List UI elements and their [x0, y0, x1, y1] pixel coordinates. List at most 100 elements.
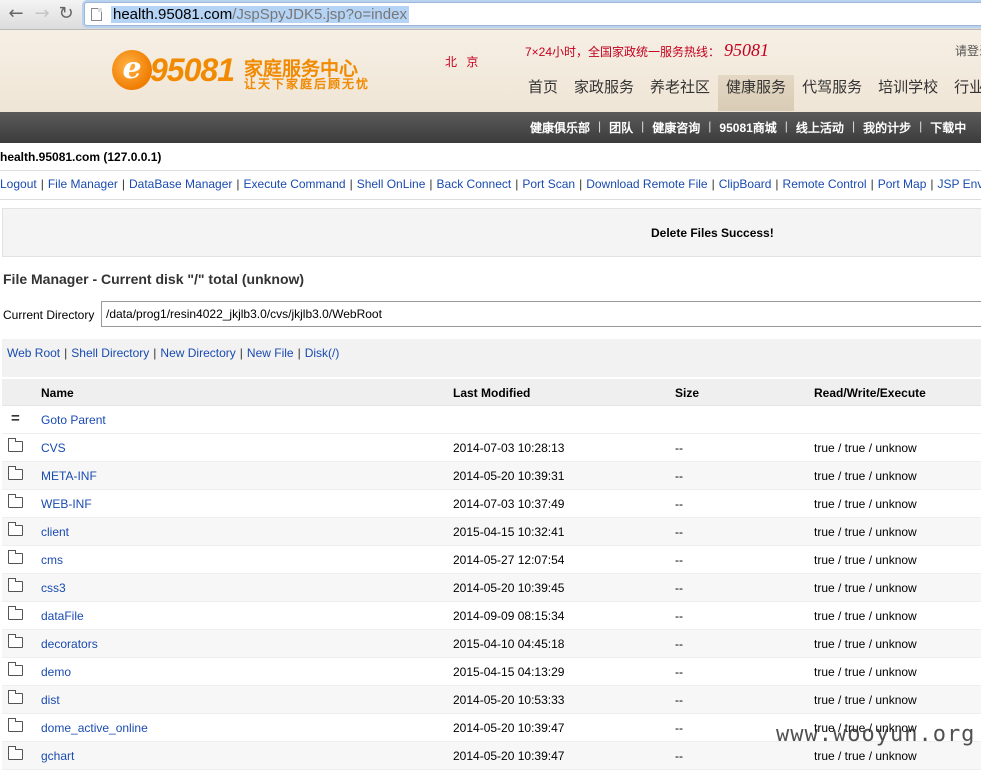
last-modified-cell: 2014-09-09 08:15:34 [453, 609, 565, 623]
url-host: health.95081.com [113, 6, 233, 23]
sub-nav-bar: 健康俱乐部 | 团队 | 健康咨询 | 95081商城 | 线上活动 | 我的计步 | 下载中 [0, 112, 981, 143]
file-name-link[interactable]: decorators [41, 637, 98, 651]
size-cell: -- [675, 581, 683, 595]
table-row: dist 2014-05-20 10:53:33 -- true / true / u… [2, 686, 981, 714]
forward-button[interactable]: → [32, 4, 52, 24]
menu-separator: | [121, 177, 125, 191]
sub-nav-item[interactable]: 下载中 [930, 119, 966, 136]
table-row: CVS 2014-07-03 10:28:13 -- true / true / un… [2, 434, 981, 462]
link-separator: | [297, 346, 301, 360]
file-name-link[interactable]: CVS [41, 441, 66, 455]
file-name-link[interactable]: WEB-INF [41, 497, 92, 511]
file-name-link[interactable]: demo [41, 665, 71, 679]
logo-number: 95081 [150, 52, 235, 88]
file-name-link[interactable]: css3 [41, 581, 66, 595]
menu-link-download-remote-file[interactable]: Download Remote File [586, 177, 707, 191]
back-button[interactable]: ← [6, 4, 26, 24]
main-nav-item[interactable]: 健康服务 [718, 75, 795, 111]
address-bar[interactable]: health.95081.com/JspSpyJDK5.jsp?o=index [84, 2, 981, 26]
link-separator: | [239, 346, 243, 360]
last-modified-cell: 2014-05-20 10:39:47 [453, 749, 565, 763]
quick-link-new-file[interactable]: New File [247, 346, 294, 360]
link-separator: | [64, 346, 68, 360]
host-info: health.95081.com (127.0.0.1) [0, 150, 162, 164]
quick-link-disk[interactable]: Disk(/) [305, 346, 340, 360]
main-nav-item[interactable]: 培训学校 [870, 75, 946, 111]
file-name-link[interactable]: dataFile [41, 609, 84, 623]
header-last-modified[interactable]: Last Modified [453, 386, 530, 400]
site-logo[interactable]: e 95081 家庭服务中心 让天下家庭后顾无忧 [112, 48, 392, 108]
file-name-link[interactable]: client [41, 525, 69, 539]
menu-separator: | [515, 177, 519, 191]
menu-separator: | [711, 177, 715, 191]
current-directory-input[interactable] [101, 301, 981, 327]
menu-link-remote-control[interactable]: Remote Control [783, 177, 867, 191]
menu-link-jsp-env[interactable]: JSP Env [938, 177, 981, 191]
quick-link-new-directory[interactable]: New Directory [160, 346, 235, 360]
login-link[interactable]: 请登录 [955, 42, 981, 59]
reload-button[interactable]: ↻ [56, 4, 76, 24]
size-cell: -- [675, 749, 683, 763]
url-path: /JspSpyJDK5.jsp?o=index [232, 6, 407, 23]
sub-nav-item[interactable]: 健康咨询 [652, 119, 700, 136]
quick-link-web-root[interactable]: Web Root [7, 346, 60, 360]
folder-icon [8, 466, 23, 480]
file-name-cell: css3 [41, 581, 66, 595]
main-nav-item[interactable]: 首页 [520, 75, 566, 111]
menu-link-back-connect[interactable]: Back Connect [437, 177, 512, 191]
last-modified-cell: 2015-04-15 10:32:41 [453, 525, 565, 539]
sub-nav-item[interactable]: 我的计步 [863, 119, 911, 136]
menu-link-file-manager[interactable]: File Manager [48, 177, 118, 191]
header-size[interactable]: Size [675, 386, 699, 400]
sub-nav-item[interactable]: 线上活动 [796, 119, 844, 136]
file-name-link[interactable]: cms [41, 553, 63, 567]
menu-link-logout[interactable]: Logout [0, 177, 37, 191]
menu-link-port-map[interactable]: Port Map [878, 177, 927, 191]
menu-link-clipboard[interactable]: ClipBoard [719, 177, 772, 191]
table-row: dataFile 2014-09-09 08:15:34 -- true / true… [2, 602, 981, 630]
folder-icon [8, 494, 23, 508]
sub-nav-item[interactable]: 95081商城 [719, 119, 776, 136]
link-separator: | [153, 346, 157, 360]
goto-parent-link[interactable]: Goto Parent [41, 413, 106, 427]
main-nav-item[interactable]: 行业码 [946, 75, 981, 111]
arrow-left-icon: ← [8, 3, 24, 24]
folder-icon [8, 718, 23, 732]
last-modified-cell: 2015-04-10 04:45:18 [453, 637, 565, 651]
table-row: META-INF 2014-05-20 10:39:31 -- true / true… [2, 462, 981, 490]
file-name-link[interactable]: gchart [41, 749, 74, 763]
file-name-cell: client [41, 525, 69, 539]
menu-separator: | [429, 177, 433, 191]
header-name[interactable]: Name [41, 386, 74, 400]
menu-separator: | [236, 177, 240, 191]
table-row: WEB-INF 2014-07-03 10:37:49 -- true / true … [2, 490, 981, 518]
menu-link-port-scan[interactable]: Port Scan [522, 177, 575, 191]
menu-link-execute-command[interactable]: Execute Command [244, 177, 346, 191]
city-selector[interactable]: 北 京 [445, 53, 481, 70]
file-name-link[interactable]: dist [41, 693, 60, 707]
sub-nav-item[interactable]: 团队 [609, 119, 633, 136]
size-cell: -- [675, 441, 683, 455]
permissions-cell: true / true / unknow [814, 665, 917, 679]
permissions-cell: true / true / unknow [814, 469, 917, 483]
sub-nav-item[interactable]: 健康俱乐部 [530, 119, 590, 136]
main-nav-item[interactable]: 养老社区 [642, 75, 718, 111]
logo-e-icon: e [112, 50, 152, 90]
permissions-cell: true / true / unknow [814, 693, 917, 707]
logo-slogan: 让天下家庭后顾无忧 [244, 77, 371, 91]
header-permissions[interactable]: Read/Write/Execute [814, 386, 926, 400]
file-name-link[interactable]: META-INF [41, 469, 97, 483]
quick-link-shell-directory[interactable]: Shell Directory [71, 346, 149, 360]
main-nav-item[interactable]: 代驾服务 [794, 75, 870, 111]
url-text[interactable]: health.95081.com/JspSpyJDK5.jsp?o=index [111, 6, 409, 23]
file-name-cell: dist [41, 693, 60, 707]
divider [0, 199, 981, 200]
menu-link-shell-online[interactable]: Shell OnLine [357, 177, 426, 191]
last-modified-cell: 2014-05-27 12:07:54 [453, 553, 565, 567]
table-row: decorators 2015-04-10 04:45:18 -- true / tr… [2, 630, 981, 658]
size-cell: -- [675, 665, 683, 679]
main-nav-item[interactable]: 家政服务 [566, 75, 642, 111]
menu-link-database-manager[interactable]: DataBase Manager [129, 177, 232, 191]
file-name-link[interactable]: dome_active_online [41, 721, 148, 735]
folder-icon [8, 522, 23, 536]
